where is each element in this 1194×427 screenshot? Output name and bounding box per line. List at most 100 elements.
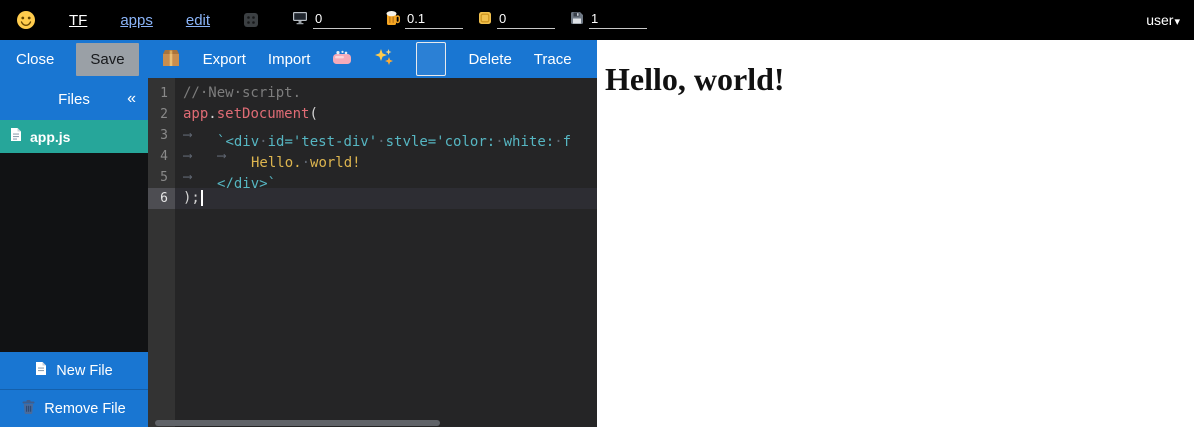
brand-link[interactable]: TF bbox=[69, 12, 87, 29]
nav-apps-link[interactable]: apps bbox=[120, 12, 153, 29]
trash-icon bbox=[22, 399, 35, 418]
editor-panel: Close Save Export Import Delete Trace bbox=[0, 40, 597, 427]
user-menu[interactable]: user▾ bbox=[1146, 12, 1180, 28]
code-token: </div> bbox=[217, 176, 268, 188]
game-die-icon[interactable] bbox=[243, 12, 259, 28]
preview-heading: Hello, world! bbox=[605, 61, 1194, 98]
line-number: 3 bbox=[148, 125, 175, 146]
computer-icon bbox=[292, 11, 308, 30]
remove-file-label: Remove File bbox=[44, 401, 125, 417]
app-window: TF apps edit 0 0.1 bbox=[0, 0, 1194, 427]
text-cursor bbox=[201, 190, 203, 206]
user-menu-label: user bbox=[1146, 12, 1173, 28]
code-token: id='test-div' bbox=[268, 134, 378, 146]
new-file-button[interactable]: New File bbox=[0, 352, 148, 389]
computer-counter-value[interactable]: 0 bbox=[313, 11, 371, 29]
code-token: · bbox=[302, 155, 310, 167]
close-button[interactable]: Close bbox=[16, 51, 54, 68]
code-line-content: app.setDocument( bbox=[175, 104, 597, 125]
code-token: ); bbox=[183, 190, 200, 206]
code-line-content: ⟶⟶Hello,·world! bbox=[175, 146, 597, 167]
toolbar: Close Save Export Import Delete Trace bbox=[0, 40, 597, 78]
resource-counters: 0 0.1 0 1 bbox=[292, 10, 647, 31]
files-header: Files « bbox=[0, 78, 148, 120]
file-name: app.js bbox=[30, 129, 70, 145]
code-line[interactable]: 2app.setDocument( bbox=[148, 104, 597, 125]
editor-lines: 1//·New·script.2app.setDocument(3⟶`<div·… bbox=[148, 78, 597, 209]
code-token: f bbox=[563, 134, 571, 146]
code-token: style='color: bbox=[386, 134, 496, 146]
new-file-label: New File bbox=[56, 363, 112, 379]
code-token: white; bbox=[504, 134, 555, 146]
code-token: //·New·script. bbox=[183, 85, 301, 101]
soap-icon bbox=[332, 50, 352, 68]
gold-token-icon bbox=[478, 11, 492, 30]
empty-slot-button[interactable] bbox=[416, 42, 446, 76]
import-button[interactable]: Import bbox=[268, 51, 311, 68]
code-token: · bbox=[554, 134, 562, 146]
file-icon bbox=[10, 127, 22, 147]
code-token: ( bbox=[309, 106, 317, 122]
caret-down-icon: ▾ bbox=[1174, 16, 1180, 28]
code-token: ⟶ bbox=[183, 167, 217, 188]
code-token: setDocument bbox=[217, 106, 310, 122]
line-number: 6 bbox=[148, 188, 175, 209]
code-token: ⟶ bbox=[217, 146, 251, 167]
nav-edit-link[interactable]: edit bbox=[186, 12, 210, 29]
line-number: 2 bbox=[148, 104, 175, 125]
code-line[interactable]: 1 //·New·script. bbox=[148, 83, 597, 104]
code-token: ` bbox=[268, 176, 276, 188]
counter-token: 0 bbox=[478, 11, 555, 30]
code-line-content: //·New·script. bbox=[175, 83, 597, 104]
counter-computer: 0 bbox=[292, 11, 371, 30]
trace-button[interactable]: Trace bbox=[534, 51, 572, 68]
code-token: · bbox=[377, 134, 385, 146]
code-line-content: ⟶`<div·id='test-div'·style='color:·white… bbox=[175, 125, 597, 146]
soap-icon-button[interactable] bbox=[332, 50, 352, 68]
code-line[interactable]: 3⟶`<div·id='test-div'·style='color:·whit… bbox=[148, 125, 597, 146]
code-token: world! bbox=[310, 155, 361, 167]
files-header-title: Files bbox=[58, 91, 90, 108]
panel-body: Files « app.js New File bbox=[0, 78, 597, 427]
code-token: ⟶ bbox=[183, 146, 217, 167]
smiley-logo-icon[interactable] bbox=[16, 10, 36, 30]
code-token: · bbox=[495, 134, 503, 146]
delete-button[interactable]: Delete bbox=[468, 51, 511, 68]
code-line[interactable]: 6); bbox=[148, 188, 597, 209]
code-token: . bbox=[208, 106, 216, 122]
preview-pane: Hello, world! bbox=[597, 40, 1194, 427]
topbar: TF apps edit 0 0.1 bbox=[0, 0, 1194, 40]
package-icon-button[interactable] bbox=[161, 49, 181, 70]
code-token: Hello, bbox=[251, 155, 302, 167]
topbar-left: TF apps edit 0 0.1 bbox=[16, 10, 647, 31]
file-list-empty-area bbox=[0, 153, 148, 352]
file-item-appjs[interactable]: app.js bbox=[0, 120, 148, 153]
code-line-content: ); bbox=[175, 188, 597, 209]
counter-beer: 0.1 bbox=[386, 10, 463, 31]
code-token: app bbox=[183, 106, 208, 122]
package-icon bbox=[161, 49, 181, 70]
save-button[interactable]: Save bbox=[76, 43, 138, 76]
code-line[interactable]: 4⟶⟶Hello,·world! bbox=[148, 146, 597, 167]
code-token: ⟶ bbox=[183, 125, 217, 146]
code-line-content: ⟶</div>` bbox=[175, 167, 597, 188]
sparkles-icon-button[interactable] bbox=[374, 48, 394, 71]
line-number: 1 bbox=[148, 83, 175, 104]
export-button[interactable]: Export bbox=[203, 51, 246, 68]
remove-file-button[interactable]: Remove File bbox=[0, 389, 148, 427]
new-file-icon bbox=[35, 361, 47, 380]
code-token: <div bbox=[225, 134, 259, 146]
sparkles-icon bbox=[374, 48, 394, 71]
floppy-disk-icon bbox=[570, 11, 584, 30]
token-counter-value[interactable]: 0 bbox=[497, 11, 555, 29]
beer-icon bbox=[386, 10, 400, 31]
disk-counter-value[interactable]: 1 bbox=[589, 11, 647, 29]
horizontal-scrollbar[interactable] bbox=[155, 420, 440, 426]
code-token: · bbox=[259, 134, 267, 146]
code-editor[interactable]: 1//·New·script.2app.setDocument(3⟶`<div·… bbox=[148, 78, 597, 427]
collapse-sidebar-button[interactable]: « bbox=[127, 90, 136, 108]
code-line[interactable]: 5⟶</div>` bbox=[148, 167, 597, 188]
beer-counter-value[interactable]: 0.1 bbox=[405, 11, 463, 29]
line-number: 5 bbox=[148, 167, 175, 188]
counter-disk: 1 bbox=[570, 11, 647, 30]
